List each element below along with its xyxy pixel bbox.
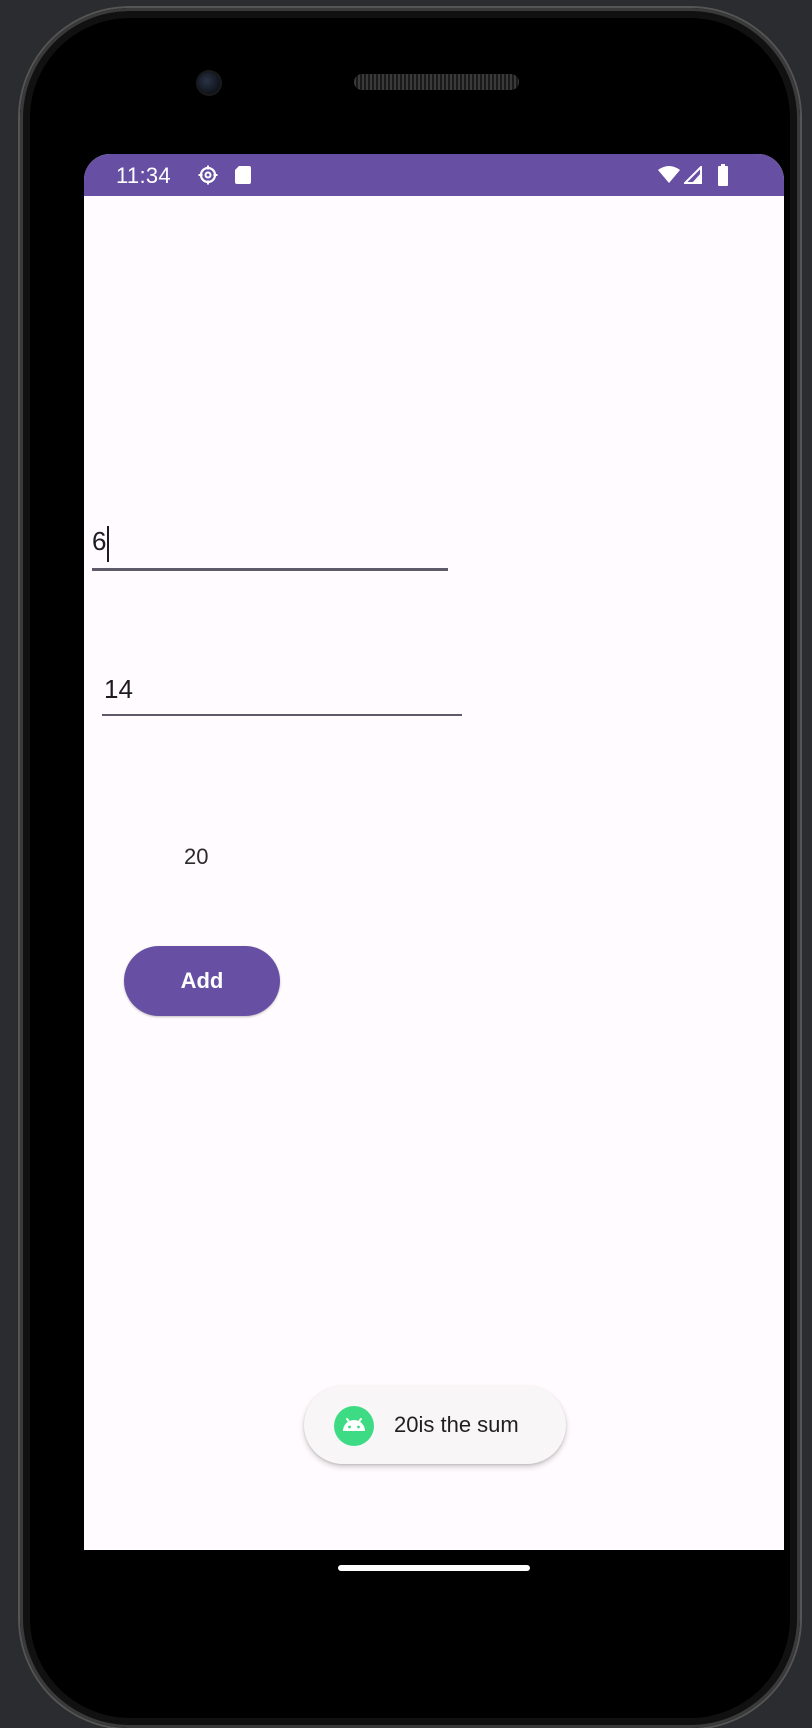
first-number-input[interactable]: 6 xyxy=(92,526,448,571)
toast-text: 20is the sum xyxy=(394,1412,519,1437)
front-camera xyxy=(198,72,220,94)
sd-card-icon xyxy=(235,166,251,184)
battery-icon xyxy=(718,164,728,186)
add-button[interactable]: Add xyxy=(124,946,280,1016)
earpiece-speaker xyxy=(354,74,519,90)
status-bar: 11:34 xyxy=(84,154,784,196)
sum-result-text: 20 xyxy=(184,844,209,869)
settings-gear-icon xyxy=(198,165,218,185)
app-screen: 11:34 6 14 20 Add 20is the sum xyxy=(84,154,784,1550)
status-time: 11:34 xyxy=(116,163,171,188)
second-number-value: 14 xyxy=(104,674,133,704)
toast-message: 20is the sum xyxy=(304,1386,566,1464)
android-app-icon xyxy=(334,1406,374,1446)
wifi-icon xyxy=(658,166,680,183)
home-gesture-handle[interactable] xyxy=(338,1565,530,1571)
first-number-value: 6 xyxy=(92,526,107,556)
text-cursor xyxy=(107,526,110,562)
phone-frame: 11:34 6 14 20 Add 20is the sum xyxy=(20,8,800,1728)
cell-signal-icon xyxy=(684,166,702,184)
second-number-input[interactable]: 14 xyxy=(102,674,462,716)
